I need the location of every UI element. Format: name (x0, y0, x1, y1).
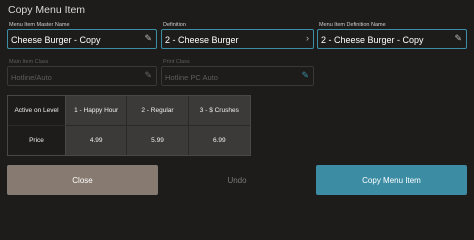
master-name-field[interactable]: Menu Item Master Name Cheese Burger - Co… (7, 22, 157, 50)
price-cell-2[interactable]: 5.99 (127, 125, 189, 155)
main-item-class-field: Main Item Class Hotline/Auto ✎ (7, 59, 157, 87)
price-cell-1[interactable]: 4.99 (66, 125, 128, 155)
price-cell-3[interactable]: 6.99 (188, 125, 250, 155)
print-class-label: Print Class (163, 59, 190, 65)
pencil-icon[interactable]: ✎ (144, 34, 152, 43)
copy-menu-item-button[interactable]: Copy Menu Item (316, 165, 467, 195)
main-item-class-value: Hotline/Auto (11, 73, 52, 82)
master-name-input[interactable]: Cheese Burger - Copy ✎ (7, 29, 157, 49)
master-name-label: Menu Item Master Name (9, 22, 70, 28)
pencil-icon: ✎ (301, 70, 309, 80)
main-item-class-input: Hotline/Auto ✎ (7, 66, 157, 86)
definition-name-input[interactable]: 2 - Cheese Burger - Copy ✎ (317, 29, 467, 49)
level-header-1[interactable]: 1 - Happy Hour (66, 96, 128, 126)
price-level-grid: Active on Level 1 - Happy Hour 2 - Regul… (7, 95, 251, 156)
level-header-3[interactable]: 3 - $ Crushes (188, 96, 250, 126)
master-name-value: Cheese Burger - Copy (11, 35, 101, 45)
definition-name-value: 2 - Cheese Burger - Copy (321, 35, 424, 45)
level-header-2[interactable]: 2 - Regular (127, 96, 189, 126)
print-class-input: Hotline PC Auto ✎ (161, 66, 314, 86)
print-class-field: Print Class Hotline PC Auto ✎ (161, 59, 314, 87)
price-row-label: Price (8, 125, 66, 155)
definition-field[interactable]: Definition 2 - Cheese Burger › (161, 22, 314, 50)
chevron-right-icon[interactable]: › (306, 34, 309, 43)
dialog-title: Copy Menu Item (8, 4, 86, 16)
main-item-class-label: Main Item Class (9, 59, 49, 65)
print-class-value: Hotline PC Auto (165, 73, 218, 82)
undo-button[interactable]: Undo (160, 165, 314, 195)
pencil-icon[interactable]: ✎ (454, 34, 462, 43)
active-on-level-header: Active on Level (8, 96, 66, 126)
definition-name-label: Menu Item Definition Name (319, 22, 386, 28)
close-button[interactable]: Close (7, 165, 158, 195)
definition-name-field[interactable]: Menu Item Definition Name 2 - Cheese Bur… (317, 22, 467, 50)
definition-label: Definition (163, 22, 186, 28)
definition-value: 2 - Cheese Burger (165, 35, 239, 45)
pencil-icon: ✎ (144, 70, 152, 80)
definition-select[interactable]: 2 - Cheese Burger › (161, 29, 314, 49)
